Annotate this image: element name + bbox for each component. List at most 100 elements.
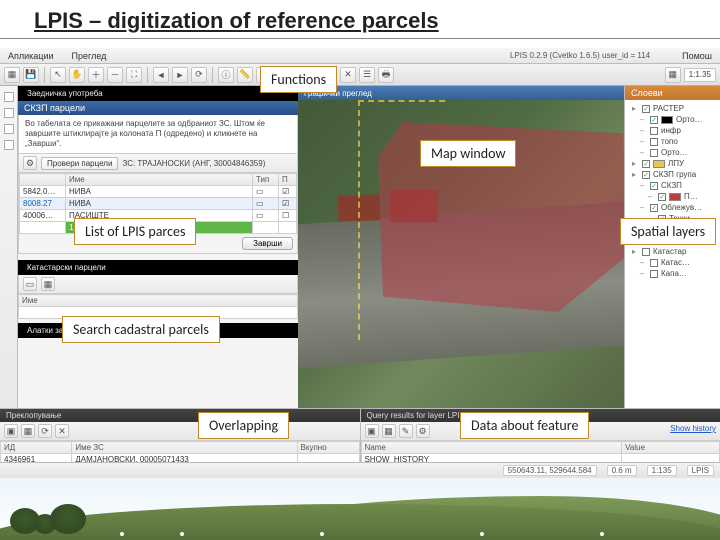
q-tool1-icon[interactable]: ▣ bbox=[365, 424, 379, 438]
layer-checkbox[interactable]: ✓ bbox=[642, 248, 650, 256]
table-row[interactable]: 5842.0… НИВА ▭ ☑ bbox=[20, 186, 297, 198]
layer-row[interactable]: –✓инфр bbox=[629, 125, 716, 136]
table-row[interactable]: 8008.27 НИВА ▭ ☑ bbox=[20, 198, 297, 210]
tool-grid-icon[interactable]: ▦ bbox=[665, 67, 681, 83]
layer-checkbox[interactable]: ✓ bbox=[650, 138, 658, 146]
layer-checkbox[interactable]: ✓ bbox=[642, 171, 650, 179]
layer-checkbox[interactable]: ✓ bbox=[650, 259, 658, 267]
overlap-status: Во мирување bbox=[0, 514, 360, 526]
layer-row[interactable]: ▸✓Катастар bbox=[629, 246, 716, 257]
tool-measure-icon[interactable]: 📏 bbox=[237, 67, 253, 83]
tool-extent-icon[interactable]: ⛶ bbox=[126, 67, 142, 83]
tree-toggle-icon[interactable]: – bbox=[637, 115, 647, 124]
ov-tool1-icon[interactable]: ▣ bbox=[4, 424, 18, 438]
q-tool4-icon[interactable]: ⚙ bbox=[416, 424, 430, 438]
cadastral-tab[interactable]: Катастарски парцели bbox=[22, 262, 111, 273]
show-history-link[interactable]: Show history bbox=[670, 424, 716, 438]
tool-identify-icon[interactable]: ⓘ bbox=[218, 67, 234, 83]
tree-toggle-icon[interactable]: ▸ bbox=[629, 159, 639, 168]
layer-row[interactable]: –✓СКЗП bbox=[629, 180, 716, 191]
tool-print-icon[interactable]: 🖶 bbox=[378, 67, 394, 83]
ov-col-total[interactable]: Вкупно bbox=[297, 442, 359, 454]
vtool-3-icon[interactable] bbox=[4, 124, 14, 134]
tree-toggle-icon[interactable]: ▸ bbox=[629, 104, 639, 113]
layer-checkbox[interactable]: ✓ bbox=[650, 182, 658, 190]
layer-checkbox[interactable]: ✓ bbox=[650, 270, 658, 278]
q-col-value[interactable]: Value bbox=[622, 442, 720, 454]
tree-toggle-icon[interactable]: – bbox=[637, 203, 647, 212]
tool-pan-icon[interactable]: ✋ bbox=[69, 67, 85, 83]
menu-help[interactable]: Помош bbox=[682, 51, 712, 61]
scale-display[interactable]: 1:1.35 bbox=[684, 68, 716, 82]
layer-checkbox[interactable]: ✓ bbox=[650, 204, 658, 212]
layer-row[interactable]: –✓Облежув… bbox=[629, 202, 716, 213]
layer-checkbox[interactable]: ✓ bbox=[650, 116, 658, 124]
layer-row[interactable]: –✓Орто… bbox=[629, 147, 716, 158]
tree-toggle-icon[interactable]: – bbox=[637, 137, 647, 146]
table-row[interactable]: ЗС bbox=[361, 490, 720, 502]
layer-row[interactable]: –✓П… bbox=[629, 191, 716, 202]
ov-tool4-icon[interactable]: ✕ bbox=[55, 424, 69, 438]
subtool-gear-icon[interactable]: ⚙ bbox=[23, 156, 37, 170]
cadastral-col[interactable]: Име bbox=[19, 295, 298, 307]
checkbox-icon[interactable]: ☐ bbox=[279, 210, 297, 222]
layer-checkbox[interactable]: ✓ bbox=[658, 193, 666, 201]
tool-clear-icon[interactable]: ✕ bbox=[340, 67, 356, 83]
tool-zoomout-icon[interactable]: － bbox=[107, 67, 123, 83]
tool-pointer-icon[interactable]: ↖ bbox=[50, 67, 66, 83]
layer-row[interactable]: ▸✓СКЗП група bbox=[629, 169, 716, 180]
map-tab[interactable]: Графички преглед bbox=[298, 86, 624, 100]
col-name[interactable]: Име bbox=[66, 174, 253, 186]
table-row[interactable]: 4346903ДАМЈАНОВСКИ, 00005071433 bbox=[1, 478, 360, 490]
vtool-2-icon[interactable] bbox=[4, 108, 14, 118]
layer-checkbox[interactable]: ✓ bbox=[642, 105, 650, 113]
menu-app[interactable]: Апликации bbox=[8, 51, 54, 61]
vtool-1-icon[interactable] bbox=[4, 92, 14, 102]
col-type[interactable]: Тип bbox=[253, 174, 279, 186]
tool-save-icon[interactable]: 💾 bbox=[23, 67, 39, 83]
layer-row[interactable]: –✓Орто… bbox=[629, 114, 716, 125]
tree-toggle-icon[interactable]: ▸ bbox=[629, 170, 639, 179]
cad-tool2-icon[interactable]: ▦ bbox=[41, 277, 55, 291]
tree-toggle-icon[interactable]: – bbox=[637, 258, 647, 267]
ov-tool3-icon[interactable]: ⟳ bbox=[38, 424, 52, 438]
layer-row[interactable]: –✓Капа… bbox=[629, 268, 716, 279]
tree-toggle-icon[interactable]: – bbox=[637, 181, 647, 190]
col-p[interactable]: П bbox=[279, 174, 297, 186]
layer-checkbox[interactable]: ✓ bbox=[650, 149, 658, 157]
checkbox-icon[interactable]: ☑ bbox=[279, 198, 297, 210]
tool-layers-icon[interactable]: ☰ bbox=[359, 67, 375, 83]
tree-toggle-icon[interactable]: ▸ bbox=[629, 247, 639, 256]
ov-tool2-icon[interactable]: ▦ bbox=[21, 424, 35, 438]
tool-open-icon[interactable]: ▦ bbox=[4, 67, 20, 83]
tool-prev-icon[interactable]: ◄ bbox=[153, 67, 169, 83]
tree-toggle-icon[interactable]: – bbox=[637, 148, 647, 157]
check-parcels-button[interactable]: Провери парцели bbox=[41, 157, 118, 170]
layer-checkbox[interactable]: ✓ bbox=[650, 127, 658, 135]
tree-toggle-icon[interactable]: – bbox=[645, 192, 655, 201]
tree-toggle-icon[interactable]: – bbox=[637, 126, 647, 135]
table-row[interactable]: Видено на bbox=[361, 478, 720, 490]
cad-tool1-icon[interactable]: ▭ bbox=[23, 277, 37, 291]
col-id[interactable] bbox=[20, 174, 66, 186]
q-tool3-icon[interactable]: ✎ bbox=[399, 424, 413, 438]
q-tool2-icon[interactable]: ▦ bbox=[382, 424, 396, 438]
checkbox-icon[interactable]: ☑ bbox=[279, 186, 297, 198]
layer-row[interactable]: –✓топо bbox=[629, 136, 716, 147]
ov-col-name[interactable]: Име ЗС bbox=[72, 442, 297, 454]
layer-row[interactable]: ▸✓РАСТЕР bbox=[629, 103, 716, 114]
finish-button[interactable]: Заврши bbox=[242, 237, 293, 250]
vtool-4-icon[interactable] bbox=[4, 140, 14, 150]
tree-toggle-icon[interactable]: – bbox=[637, 269, 647, 278]
callout-overlap: Overlapping bbox=[198, 412, 289, 439]
layer-row[interactable]: ▸✓ЛПУ bbox=[629, 158, 716, 169]
menu-view[interactable]: Преглед bbox=[72, 51, 107, 61]
layer-checkbox[interactable]: ✓ bbox=[642, 160, 650, 168]
shared-use-tab[interactable]: Заедничка употреба bbox=[22, 88, 108, 99]
tool-zoomin-icon[interactable]: ＋ bbox=[88, 67, 104, 83]
tool-refresh-icon[interactable]: ⟳ bbox=[191, 67, 207, 83]
layer-row[interactable]: –✓Катас… bbox=[629, 257, 716, 268]
tool-next-icon[interactable]: ► bbox=[172, 67, 188, 83]
q-col-name[interactable]: Name bbox=[361, 442, 622, 454]
ov-col-id[interactable]: ИД bbox=[1, 442, 72, 454]
